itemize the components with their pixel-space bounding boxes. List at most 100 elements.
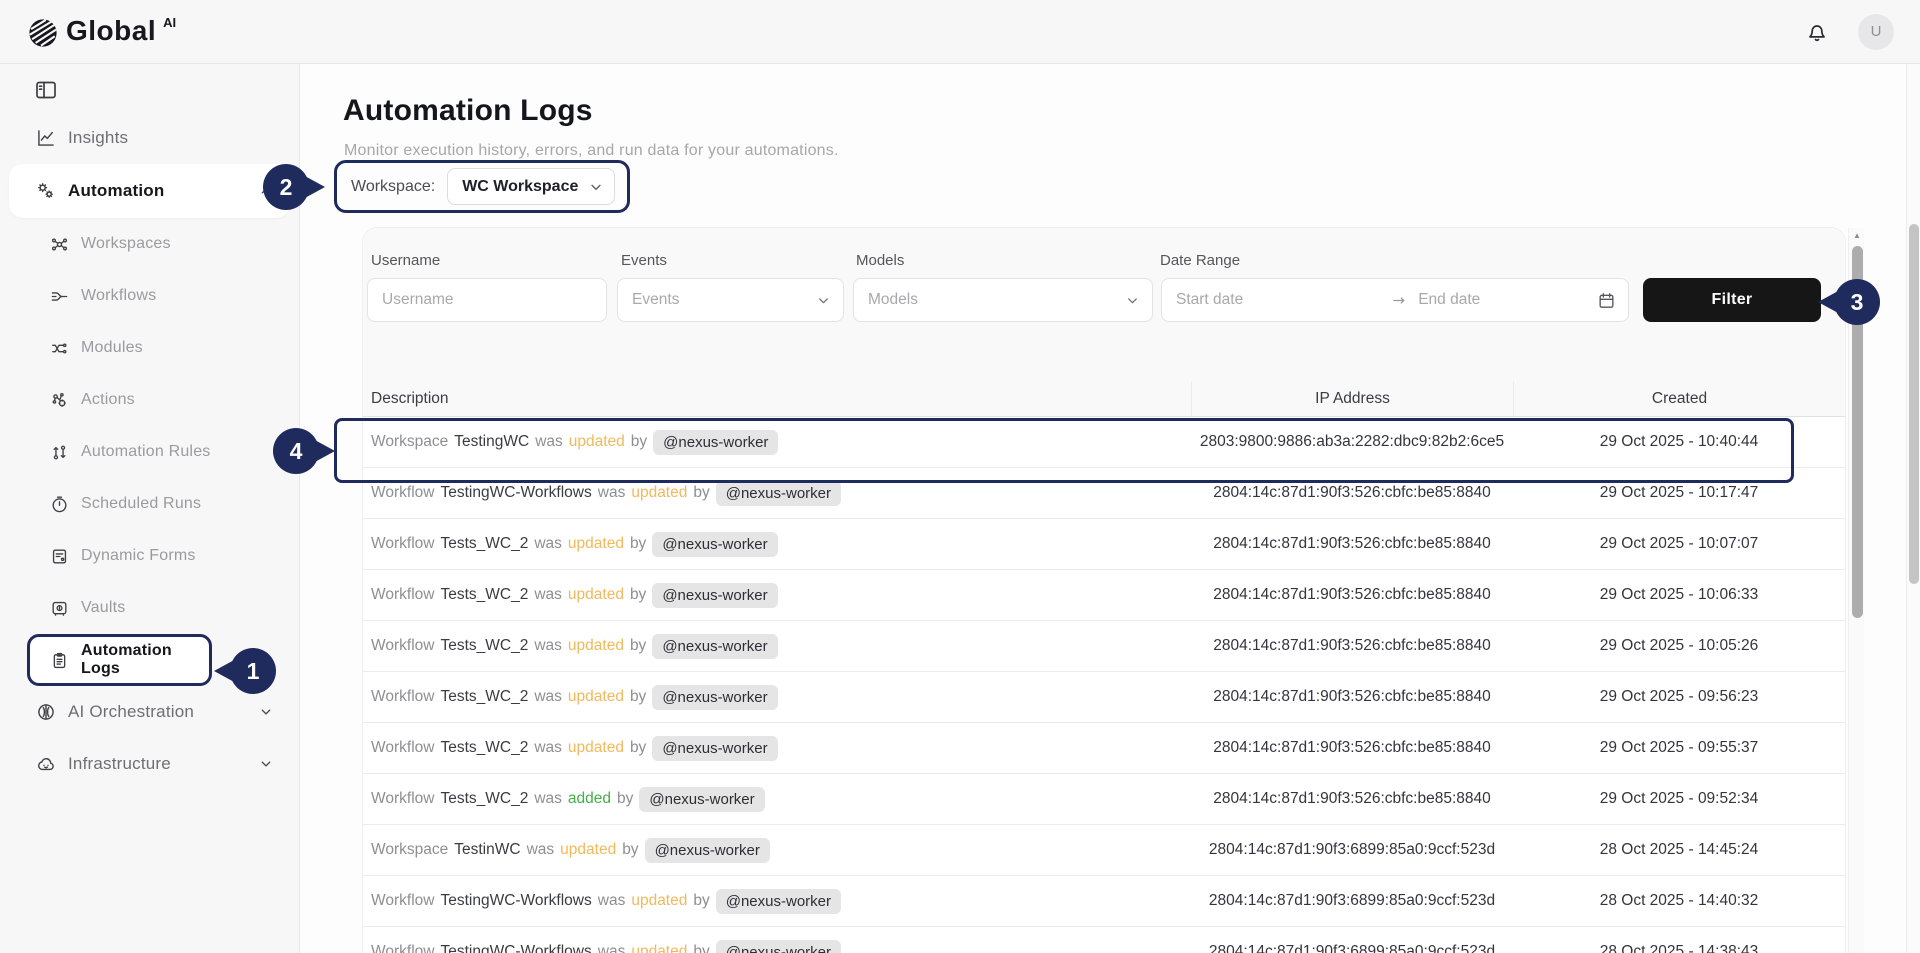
connector: was (598, 943, 626, 953)
actor-badge: @nexus-worker (652, 532, 777, 557)
log-description: WorkflowTests_WC_2wasupdatedby@nexus-wor… (363, 583, 1191, 608)
sidebar-item-scheduled-runs[interactable]: Scheduled Runs (0, 478, 299, 530)
date-range-input[interactable]: Start date End date (1161, 278, 1629, 322)
sidebar-item-label: Scheduled Runs (81, 495, 201, 513)
connector: was (534, 586, 562, 604)
table-row[interactable]: WorkflowTestingWC-Workflowswasupdatedby@… (363, 927, 1845, 953)
actor-badge: @nexus-worker (645, 838, 770, 863)
start-date-placeholder: Start date (1176, 291, 1243, 309)
sidebar-toggle-icon[interactable] (34, 78, 58, 102)
notifications-bell-icon[interactable] (1804, 19, 1830, 45)
main-content: Automation Logs Monitor execution histor… (300, 64, 1920, 953)
actor-badge: @nexus-worker (652, 634, 777, 659)
entity-name: Tests_WC_2 (440, 535, 528, 553)
page-scrollbar-thumb[interactable] (1909, 224, 1919, 584)
events-select[interactable]: Events (617, 278, 844, 322)
entity-name: TestingWC-Workflows (440, 943, 591, 953)
connector: by (630, 637, 646, 655)
connector: by (630, 739, 646, 757)
table-row[interactable]: WorkflowTests_WC_2wasupdatedby@nexus-wor… (363, 672, 1845, 723)
sidebar-item-automation[interactable]: Automation (9, 164, 290, 218)
log-description: WorkflowTestingWC-Workflowswasupdatedby@… (363, 889, 1191, 914)
connector: by (630, 688, 646, 706)
connector: by (622, 841, 638, 859)
events-placeholder: Events (632, 291, 679, 309)
page-subtitle: Monitor execution history, errors, and r… (344, 142, 839, 160)
column-header-ip-address[interactable]: IP Address (1191, 381, 1513, 416)
automation-icon (36, 181, 56, 201)
created-timestamp: 29 Oct 2025 - 10:06:33 (1513, 586, 1845, 604)
sidebar-item-label: Automation Rules (81, 443, 211, 461)
table-row[interactable]: WorkflowTestingWC-Workflowswasupdatedby@… (363, 468, 1845, 519)
sidebar-item-automation-logs[interactable]: Automation Logs (27, 634, 212, 686)
modules-icon (50, 339, 69, 358)
sidebar-item-workflows[interactable]: Workflows (0, 270, 299, 322)
brand-logo[interactable]: Global AI (26, 14, 176, 50)
workspace-select[interactable]: WC Workspace (447, 168, 615, 205)
entity-type: Workflow (371, 484, 434, 502)
connector: was (534, 637, 562, 655)
sidebar-item-workspaces[interactable]: Workspaces (0, 218, 299, 270)
automation-rules-icon (50, 443, 69, 462)
models-select[interactable]: Models (853, 278, 1153, 322)
app-window: Global AI U Insights Automation Workspaces… (0, 0, 1920, 953)
log-description: WorkflowTests_WC_2wasupdatedby@nexus-wor… (363, 634, 1191, 659)
user-avatar[interactable]: U (1858, 14, 1894, 50)
chevron-down-icon (816, 293, 831, 308)
page-title: Automation Logs (343, 94, 593, 128)
table-row[interactable]: WorkflowTests_WC_2wasaddedby@nexus-worke… (363, 774, 1845, 825)
sidebar-item-modules[interactable]: Modules (0, 322, 299, 374)
ip-address: 2804:14c:87d1:90f3:526:cbfc:be85:8840 (1191, 484, 1513, 502)
table-row[interactable]: WorkflowTests_WC_2wasupdatedby@nexus-wor… (363, 723, 1845, 774)
sidebar-item-label: Workspaces (81, 235, 171, 253)
ai-orchestration-icon (36, 702, 56, 722)
sidebar-item-label: Insights (68, 128, 128, 148)
ip-address: 2804:14c:87d1:90f3:526:cbfc:be85:8840 (1191, 637, 1513, 655)
connector: was (598, 892, 626, 910)
created-timestamp: 29 Oct 2025 - 09:55:37 (1513, 739, 1845, 757)
table-row[interactable]: WorkflowTestingWC-Workflowswasupdatedby@… (363, 876, 1845, 927)
sidebar-item-dynamic-forms[interactable]: Dynamic Forms (0, 530, 299, 582)
infrastructure-icon (36, 754, 56, 774)
actor-badge: @nexus-worker (716, 481, 841, 506)
username-input[interactable] (367, 278, 607, 322)
sidebar-item-label: Infrastructure (68, 754, 171, 774)
sidebar-item-insights[interactable]: Insights (0, 112, 299, 164)
entity-name: Tests_WC_2 (440, 790, 528, 808)
scrollbar-up-arrow[interactable]: ▲ (1849, 231, 1865, 240)
column-header-created[interactable]: Created (1513, 381, 1845, 416)
connector: by (693, 943, 709, 953)
automation-logs-icon (50, 651, 69, 670)
sidebar-item-infrastructure[interactable]: Infrastructure (0, 738, 299, 790)
ip-address: 2804:14c:87d1:90f3:526:cbfc:be85:8840 (1191, 535, 1513, 553)
sidebar-item-vaults[interactable]: Vaults (0, 582, 299, 634)
connector: by (617, 790, 633, 808)
created-timestamp: 28 Oct 2025 - 14:45:24 (1513, 841, 1845, 859)
annotation-badge-1: 1 (230, 648, 276, 694)
brand-name: Global (66, 14, 156, 48)
calendar-icon[interactable] (1597, 291, 1616, 310)
table-row[interactable]: WorkspaceTestingWCwasupdatedby@nexus-wor… (363, 417, 1845, 468)
entity-type: Workflow (371, 586, 434, 604)
vaults-icon (50, 599, 69, 618)
created-timestamp: 29 Oct 2025 - 10:17:47 (1513, 484, 1845, 502)
chevron-down-icon (257, 755, 275, 773)
events-label: Events (621, 252, 667, 269)
table-row[interactable]: WorkflowTests_WC_2wasupdatedby@nexus-wor… (363, 570, 1845, 621)
sidebar-item-automation-rules[interactable]: Automation Rules (0, 426, 299, 478)
ip-address: 2803:9800:9886:ab3a:2282:dbc9:82b2:6ce5 (1191, 433, 1513, 451)
sidebar-item-actions[interactable]: Actions (0, 374, 299, 426)
connector: was (534, 688, 562, 706)
panel-scrollbar[interactable]: ▲ (1848, 228, 1864, 953)
page-scrollbar[interactable] (1906, 64, 1920, 953)
connector: was (534, 535, 562, 553)
table-row[interactable]: WorkflowTests_WC_2wasupdatedby@nexus-wor… (363, 519, 1845, 570)
column-header-description[interactable]: Description (363, 381, 1191, 416)
date-range-label: Date Range (1160, 252, 1240, 269)
table-row[interactable]: WorkspaceTestinWCwasupdatedby@nexus-work… (363, 825, 1845, 876)
entity-type: Workflow (371, 790, 434, 808)
actor-badge: @nexus-worker (653, 430, 778, 455)
table-row[interactable]: WorkflowTests_WC_2wasupdatedby@nexus-wor… (363, 621, 1845, 672)
filter-button[interactable]: Filter (1643, 278, 1821, 322)
entity-type: Workflow (371, 892, 434, 910)
